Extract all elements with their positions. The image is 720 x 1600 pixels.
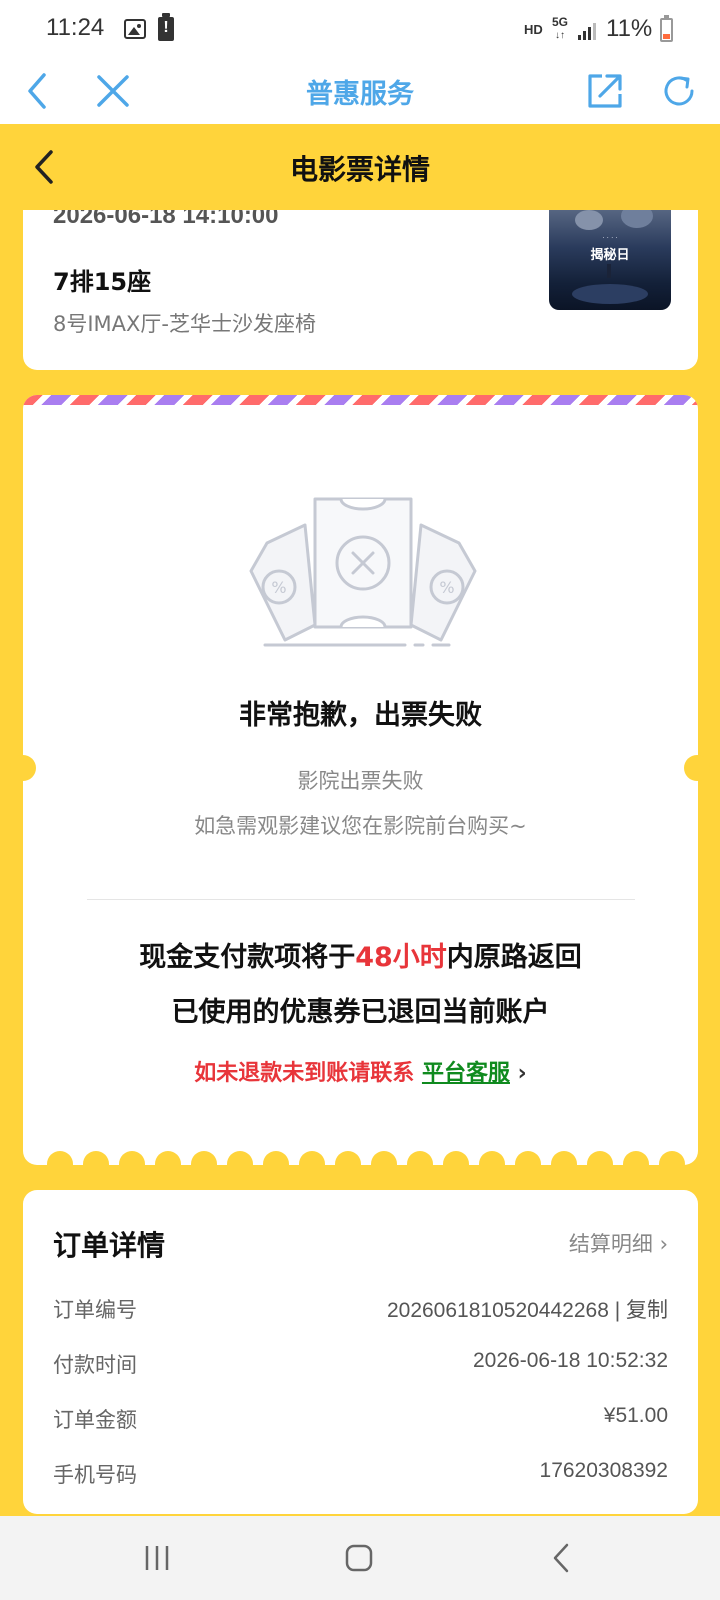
scallop-decoration	[119, 1151, 145, 1165]
order-row-label: 订单金额	[53, 1408, 137, 1432]
refund-prefix: 现金支付款项将于	[139, 942, 356, 973]
refund-notice: 现金支付款项将于48小时内原路返回	[23, 935, 698, 974]
scallop-decoration	[587, 1151, 613, 1165]
scallop-decoration	[479, 1151, 505, 1165]
ticket-failed-illustration: % %	[249, 497, 477, 647]
battery-icon	[660, 15, 673, 42]
home-button[interactable]	[324, 1532, 394, 1584]
recent-apps-icon	[145, 1546, 169, 1570]
poster-title: 揭秘日	[590, 248, 630, 263]
scallop-decoration	[155, 1151, 181, 1165]
payment-time-row: 付款时间 2026-06-18 10:52:32	[53, 1345, 668, 1385]
scallop-decoration	[335, 1151, 361, 1165]
home-icon	[345, 1544, 373, 1572]
chevron-right-icon: ›	[517, 1061, 527, 1086]
scallop-decoration	[47, 1151, 73, 1165]
show-time: 2026-06-18 14:10:00	[53, 210, 279, 229]
scallop-decoration	[227, 1151, 253, 1165]
notch-right-decoration	[684, 755, 710, 781]
share-button[interactable]	[578, 64, 632, 118]
refund-duration: 48小时	[355, 942, 447, 973]
page-title: 电影票详情	[289, 153, 430, 186]
ticket-status-card: % % 非常抱歉，出票失败 影院出票失败 如急需观影建议您在影院前台购买~ 现金…	[23, 395, 698, 1165]
order-number-value[interactable]: 2026061810520442268 | 复制	[387, 1294, 668, 1324]
failure-reason: 影院出票失败	[297, 769, 424, 793]
refund-suffix: 内原路返回	[446, 942, 582, 973]
scallop-decoration	[443, 1151, 469, 1165]
order-amount-value: ¥51.00	[603, 1404, 668, 1427]
recent-apps-button[interactable]	[122, 1532, 192, 1584]
scallop-decoration	[515, 1151, 541, 1165]
seat-number: 7排15座	[53, 268, 152, 296]
system-back-button[interactable]	[526, 1532, 596, 1584]
scallop-decoration	[299, 1151, 325, 1165]
notch-left-decoration	[10, 755, 36, 781]
app-nav-bar: 普惠服务	[0, 58, 720, 124]
network-5g-indicator: 5G ↓↑	[552, 15, 569, 41]
alert-notification-icon: !	[158, 13, 174, 41]
gallery-notification-icon	[124, 19, 146, 39]
status-time: 11:24	[46, 14, 105, 41]
order-row-label: 手机号码	[53, 1463, 137, 1487]
contact-text: 如未退款未到账请联系	[194, 1061, 415, 1086]
payment-time-value: 2026-06-18 10:52:32	[473, 1349, 668, 1372]
failure-tip: 如急需观影建议您在影院前台购买~	[194, 814, 527, 838]
hall-name: 8号IMAX厅-芝华士沙发座椅	[53, 312, 317, 336]
system-nav-bar	[0, 1516, 720, 1600]
signal-strength-icon	[578, 20, 600, 40]
svg-text:%: %	[271, 578, 286, 597]
svg-text:%: %	[439, 578, 454, 597]
contact-support-line: 如未退款未到账请联系 平台客服 ›	[23, 1055, 698, 1087]
refresh-icon	[664, 76, 694, 106]
order-row-label: 付款时间	[53, 1353, 137, 1377]
scallop-decoration	[83, 1151, 109, 1165]
chevron-right-icon: ›	[659, 1232, 668, 1256]
settlement-detail-label: 结算明细	[568, 1232, 653, 1256]
scallop-decoration	[551, 1151, 577, 1165]
order-row-label: 订单编号	[53, 1298, 137, 1322]
airmail-stripe-decoration	[23, 395, 698, 405]
scallop-decoration	[623, 1151, 649, 1165]
order-detail-title: 订单详情	[53, 1229, 166, 1262]
scallop-decoration	[263, 1151, 289, 1165]
failure-title: 非常抱歉，出票失败	[239, 700, 482, 731]
ticket-info-card: 2026-06-18 14:10:00 7排15座 8号IMAX厅-芝华士沙发座…	[23, 210, 698, 370]
page-header: 电影票详情	[0, 124, 720, 210]
back-icon	[553, 1543, 569, 1573]
refresh-button[interactable]	[652, 64, 706, 118]
battery-percentage: 11%	[606, 15, 653, 42]
status-bar: 11:24 ! HD 5G ↓↑ 11%	[0, 0, 720, 58]
phone-number-value: 17620308392	[539, 1459, 668, 1482]
share-external-icon	[588, 74, 622, 108]
order-amount-row: 订单金额 ¥51.00	[53, 1400, 668, 1440]
divider	[87, 899, 635, 900]
order-detail-card: 订单详情 结算明细 › 订单编号 2026061810520442268 | 复…	[23, 1190, 698, 1514]
hd-indicator: HD	[524, 22, 543, 37]
phone-number-row: 手机号码 17620308392	[53, 1455, 668, 1495]
movie-poster[interactable]: · · · · 揭秘日	[549, 210, 671, 310]
settlement-detail-link[interactable]: 结算明细 ›	[569, 1228, 668, 1258]
scallop-decoration	[407, 1151, 433, 1165]
scallop-decoration	[659, 1151, 685, 1165]
poster-subtitle-decoration: · · · ·	[602, 234, 618, 242]
coupon-notice: 已使用的优惠券已退回当前账户	[171, 997, 550, 1028]
order-number-row: 订单编号 2026061810520442268 | 复制	[53, 1290, 668, 1330]
scallop-decoration	[191, 1151, 217, 1165]
scallop-decoration	[371, 1151, 397, 1165]
customer-service-link[interactable]: 平台客服	[422, 1061, 510, 1086]
